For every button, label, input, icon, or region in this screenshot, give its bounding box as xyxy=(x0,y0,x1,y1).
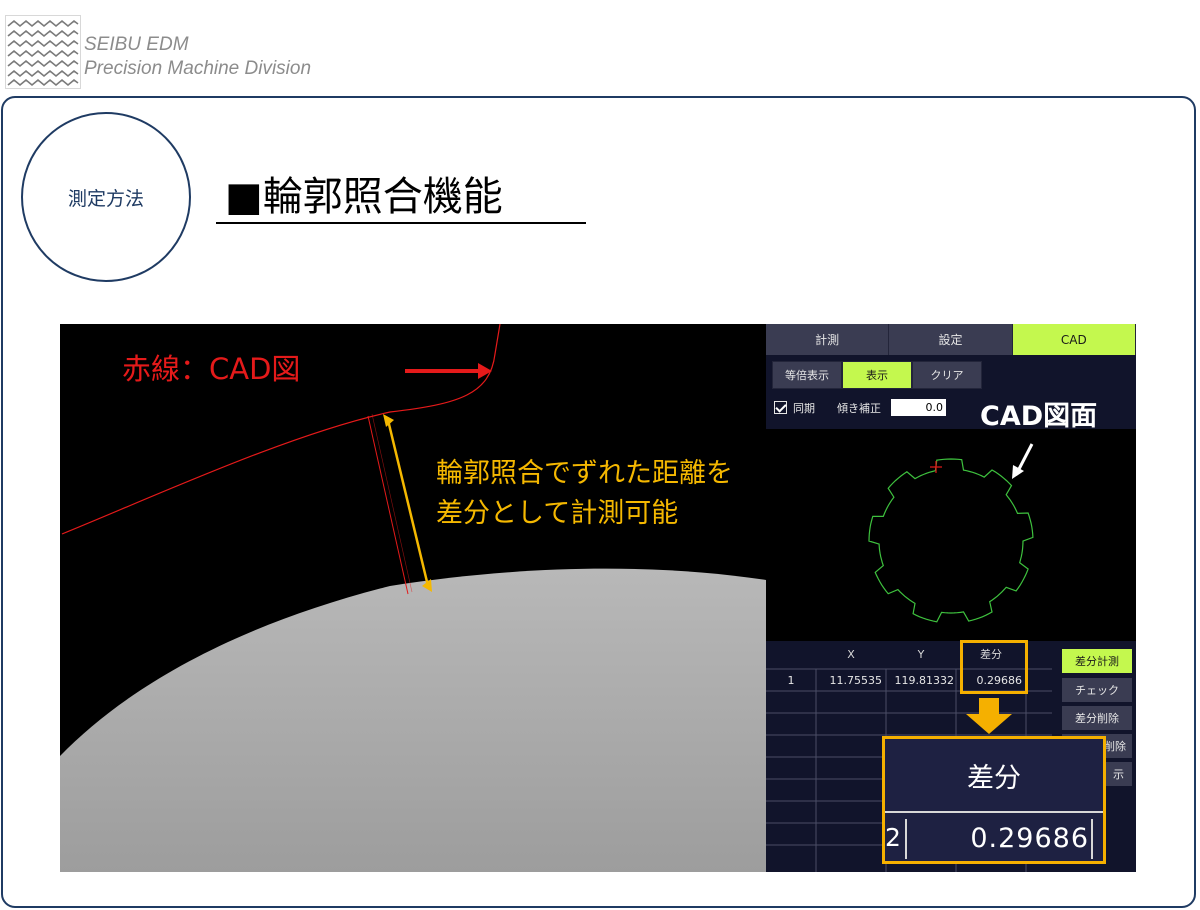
red-line-label: 赤線：CAD図 xyxy=(122,352,301,386)
panel-tabs: 計測 設定 CAD xyxy=(766,324,1136,355)
sync-checkbox[interactable] xyxy=(774,401,787,414)
distance-annotation-line2: 差分として計測可能 xyxy=(436,498,679,529)
diff-measure-button[interactable]: 差分計測 xyxy=(1062,649,1132,673)
distance-annotation: 輪郭照合でずれた距離を 差分として計測可能 xyxy=(436,454,733,534)
column-header-x[interactable]: X xyxy=(816,641,886,669)
zoom-diff-value: 0.29686 xyxy=(970,823,1089,854)
slide-title: ■輪郭照合機能 xyxy=(225,174,503,220)
diff-highlight-box xyxy=(960,640,1028,694)
zoom-header: 差分 xyxy=(885,739,1103,813)
red-arrow-icon xyxy=(405,363,492,379)
down-arrow-icon xyxy=(966,698,1012,734)
tilt-label: 傾き補正 xyxy=(837,401,881,415)
company-logo xyxy=(5,15,81,89)
cad-drawing-label: CAD図面 xyxy=(980,401,1098,432)
distance-annotation-line1: 輪郭照合でずれた距離を xyxy=(436,458,733,489)
section-badge: 測定方法 xyxy=(21,112,191,282)
options-row: 同期 傾き補正 0.0 xyxy=(774,399,946,416)
company-name: SEIBU EDM Precision Machine Division xyxy=(84,33,311,81)
company-line2: Precision Machine Division xyxy=(84,58,312,79)
tab-measure[interactable]: 計測 xyxy=(766,324,890,355)
tab-settings[interactable]: 設定 xyxy=(889,324,1013,355)
actual-size-button[interactable]: 等倍表示 xyxy=(772,361,842,389)
sync-label: 同期 xyxy=(793,401,815,415)
view-button-row: 等倍表示 表示 クリア xyxy=(772,361,982,389)
cad-drawing-view xyxy=(766,429,1136,641)
section-badge-label: 測定方法 xyxy=(67,187,144,210)
cell-x: 11.75535 xyxy=(829,674,883,687)
distance-arrow-icon xyxy=(383,414,432,592)
diff-delete-button[interactable]: 差分削除 xyxy=(1062,706,1132,730)
cad-gear-outline xyxy=(868,458,1034,623)
company-line1: SEIBU EDM xyxy=(84,34,189,55)
column-header-y[interactable]: Y xyxy=(886,641,956,669)
diff-zoom-callout: 差分 2 0.29686 xyxy=(882,736,1106,864)
tab-cad[interactable]: CAD xyxy=(1012,324,1136,355)
workpiece-silhouette xyxy=(60,568,766,872)
title-underline xyxy=(216,222,586,224)
check-button[interactable]: チェック xyxy=(1062,678,1132,702)
cell-y: 119.81332 xyxy=(894,674,955,687)
white-arrow-icon xyxy=(1012,443,1034,479)
clear-button[interactable]: クリア xyxy=(912,361,982,389)
camera-image xyxy=(60,324,766,872)
measurement-screenshot: 赤線：CAD図 輪郭照合でずれた距離を 差分として計測可能 計測 設定 CAD … xyxy=(60,324,1136,872)
tilt-input[interactable]: 0.0 xyxy=(891,399,946,416)
show-button[interactable]: 表示 xyxy=(842,361,912,389)
row-number: 1 xyxy=(787,674,795,687)
zoom-row-number: 2 xyxy=(885,823,901,852)
